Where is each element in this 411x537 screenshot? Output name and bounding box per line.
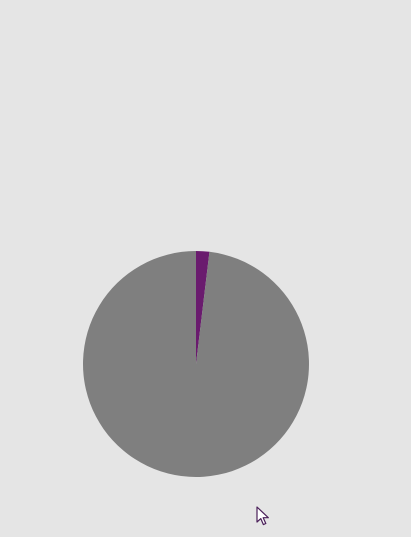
mouse-pointer-icon: [256, 506, 269, 526]
pie-slice-large: [82, 251, 309, 477]
pie-chart: [82, 251, 309, 477]
pie-chart-canvas: [0, 0, 411, 537]
